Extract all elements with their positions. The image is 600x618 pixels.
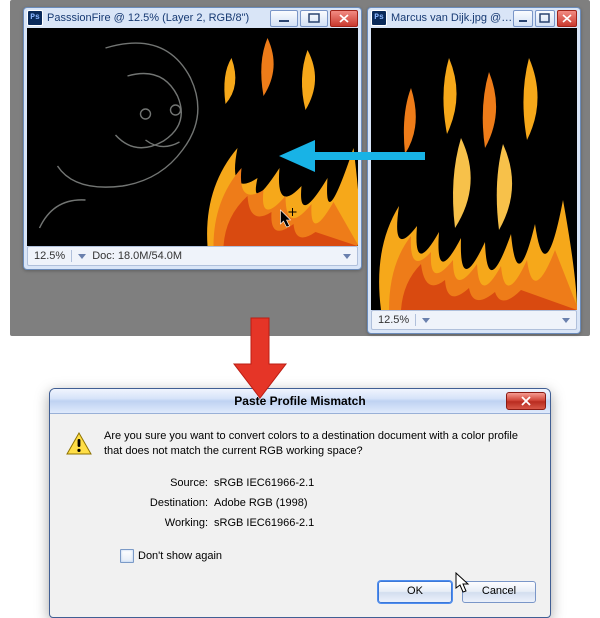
destination-value: Adobe RGB (1998) [214,497,308,509]
source-label: Source: [66,477,214,489]
photoshop-icon: Ps [27,10,43,26]
annotation-arrow-blue [277,132,425,180]
status-bar: 12.5% [371,310,577,330]
status-bar: 12.5% Doc: 18.0M/54.0M [27,246,358,266]
minimize-button[interactable] [270,10,298,27]
dialog-body: Are you sure you want to convert colors … [50,414,550,577]
zoom-level: 12.5% [34,250,65,262]
expand-icon[interactable] [78,254,86,259]
destination-label: Destination: [66,497,214,509]
close-button[interactable] [506,392,546,410]
divider [415,314,416,326]
close-button[interactable] [330,10,358,27]
minimize-button[interactable] [513,10,533,27]
doc-info: Doc: 18.0M/54.0M [92,250,182,262]
dialog-title-bar[interactable]: Paste Profile Mismatch [50,389,550,414]
document-title: Marcus van Dijk.jpg @ ... [391,12,513,24]
source-value: sRGB IEC61966-2.1 [214,477,314,489]
checkbox-icon [120,549,134,563]
close-icon [520,395,532,407]
dialog-message: Are you sure you want to convert colors … [104,429,532,459]
close-button[interactable] [557,10,577,27]
working-value: sRGB IEC61966-2.1 [214,517,314,529]
checkbox-label: Don't show again [138,550,222,562]
maximize-button[interactable] [300,10,328,27]
maximize-button[interactable] [535,10,555,27]
warning-icon [66,432,92,456]
title-bar[interactable]: Ps PasssionFire @ 12.5% (Layer 2, RGB/8"… [24,8,361,28]
menu-icon[interactable] [343,254,351,259]
divider [71,250,72,262]
working-label: Working: [66,517,214,529]
dont-show-again-checkbox[interactable]: Don't show again [120,549,532,563]
ok-button[interactable]: OK [378,581,452,603]
zoom-level: 12.5% [378,314,409,326]
cancel-button[interactable]: Cancel [462,581,536,603]
dialog-paste-profile-mismatch: Paste Profile Mismatch Are you sure you … [49,388,551,618]
dialog-button-row: OK Cancel [50,577,550,617]
document-title: PasssionFire @ 12.5% (Layer 2, RGB/8") [47,12,270,24]
title-bar[interactable]: Ps Marcus van Dijk.jpg @ ... [368,8,580,28]
expand-icon[interactable] [422,318,430,323]
annotation-arrow-red [232,316,288,400]
workspace-area: Ps PasssionFire @ 12.5% (Layer 2, RGB/8"… [10,0,590,336]
menu-icon[interactable] [562,318,570,323]
photoshop-icon: Ps [371,10,387,26]
